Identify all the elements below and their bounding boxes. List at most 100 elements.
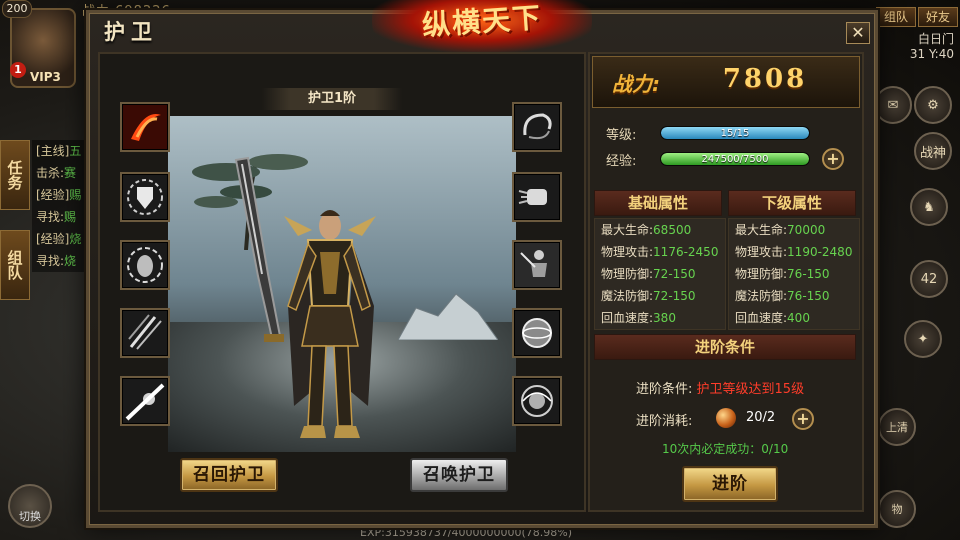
- attr-key: 最大生命:: [735, 223, 788, 237]
- shield-aura-skill[interactable]: [120, 172, 170, 222]
- attr-row: 最大生命:70000: [729, 219, 859, 241]
- advance-stone-icon: [716, 408, 736, 428]
- quest-line[interactable]: 击杀:赛: [32, 162, 92, 184]
- next-attr-header: 下级属性: [728, 190, 856, 216]
- quest-tag: 寻找:: [36, 210, 65, 224]
- switch-button[interactable]: 切换: [8, 484, 52, 528]
- advance-cost-label: 进阶消耗:: [636, 414, 693, 429]
- whirl-skill[interactable]: [512, 102, 562, 152]
- attr-value: 72-150: [653, 267, 696, 281]
- next-attr-list: 最大生命:70000 物理攻击:1190-2480 物理防御:76-150 魔法…: [728, 218, 860, 330]
- attr-value: 380: [653, 311, 676, 325]
- attr-row: 回血速度:400: [729, 307, 859, 329]
- side-label[interactable]: 上清: [878, 408, 916, 446]
- guarantee-progress: 10次内必定成功：0/10: [662, 442, 789, 456]
- attr-row: 魔法防御:72-150: [595, 285, 725, 307]
- add-exp-button[interactable]: +: [822, 148, 844, 170]
- vortex-orb-skill[interactable]: [512, 376, 562, 426]
- advance-cost-amount: 20/2: [746, 410, 775, 425]
- game-screen: 200 1 VIP3 战力 698226 任务 组队 [主线]五 击杀:赛 [经…: [0, 0, 960, 540]
- add-stone-button[interactable]: +: [792, 408, 814, 430]
- rock-decoration: [398, 293, 498, 340]
- settings-gear-icon[interactable]: ⚙: [914, 86, 952, 124]
- vip-badge[interactable]: VIP3: [30, 70, 61, 84]
- light-beam-skill[interactable]: [120, 376, 170, 426]
- summon-guard-button[interactable]: 召唤护卫: [410, 458, 508, 492]
- team-tab[interactable]: 组队: [0, 230, 30, 300]
- light-beam-icon: [123, 379, 167, 423]
- attr-key: 物理防御:: [735, 267, 788, 281]
- claw-slash-skill[interactable]: [120, 308, 170, 358]
- quest-tag: [经验]: [36, 188, 70, 202]
- attr-row: 物理防御:76-150: [729, 263, 859, 285]
- group-button[interactable]: 组队: [876, 7, 916, 27]
- tier-label: 护卫1阶: [262, 88, 402, 110]
- quest-tracker[interactable]: [主线]五 击杀:赛 [经验]赐 寻找:赐 [经验]烧 寻找:烧: [32, 140, 92, 272]
- sphere-icon: [515, 311, 559, 355]
- panel-title: 护卫: [104, 20, 158, 44]
- mail-icon[interactable]: ✉: [874, 86, 912, 124]
- whirl-icon: [515, 105, 559, 149]
- egg-aura-skill[interactable]: [120, 240, 170, 290]
- attr-row: 最大生命:68500: [595, 219, 725, 241]
- war-god-button[interactable]: 战神: [914, 132, 952, 170]
- attr-key: 回血速度:: [601, 311, 654, 325]
- top-right-buttons: 组队 好友: [874, 6, 958, 27]
- attr-value: 76-150: [787, 289, 830, 303]
- attr-row: 物理攻击:1176-2450: [595, 241, 725, 263]
- exp-bar: 247500/7500: [660, 152, 810, 166]
- quest-text: 赐: [64, 210, 77, 224]
- attr-value: 1190-2480: [787, 245, 853, 259]
- mount-icon[interactable]: ♞: [910, 188, 948, 226]
- base-attr-header: 基础属性: [594, 190, 722, 216]
- fist-skill[interactable]: [512, 172, 562, 222]
- fist-icon: [515, 175, 559, 219]
- quest-line[interactable]: 寻找:赐: [32, 206, 92, 228]
- game-logo: 纵横天下: [372, 0, 592, 52]
- quest-text: 烧: [69, 232, 82, 246]
- shield-aura-icon: [123, 175, 167, 219]
- friend-button[interactable]: 好友: [918, 7, 958, 27]
- vortex-orb-icon: [515, 379, 559, 423]
- power-label: 战力:: [612, 72, 660, 96]
- guard-warrior-model: [234, 156, 376, 438]
- player-level-badge: 200: [2, 0, 32, 18]
- guard-model-scene: [168, 116, 516, 452]
- warrior-icon: [515, 243, 559, 287]
- recall-guard-button[interactable]: 召回护卫: [180, 458, 278, 492]
- map-name: 白日门: [917, 32, 954, 46]
- task-tab[interactable]: 任务: [0, 140, 30, 210]
- advance-condition-label: 进阶条件:: [636, 382, 693, 397]
- quest-line[interactable]: 寻找:烧: [32, 250, 92, 272]
- attr-key: 魔法防御:: [601, 289, 654, 303]
- close-button[interactable]: ✕: [846, 22, 870, 44]
- attr-value: 68500: [653, 223, 692, 237]
- item-label[interactable]: 物: [878, 490, 916, 528]
- count-badge[interactable]: 42: [910, 260, 948, 298]
- attr-key: 物理攻击:: [601, 245, 654, 259]
- quest-tag: [经验]: [36, 232, 70, 246]
- attr-key: 魔法防御:: [735, 289, 788, 303]
- logo-text: 纵横天下: [421, 0, 544, 43]
- quest-line[interactable]: [主线]五: [32, 140, 92, 162]
- quest-line[interactable]: [经验]烧: [32, 228, 92, 250]
- quest-line[interactable]: [经验]赐: [32, 184, 92, 206]
- claw-slash-icon: [123, 311, 167, 355]
- attr-row: 回血速度:380: [595, 307, 725, 329]
- advance-header: 进阶条件: [594, 334, 856, 360]
- skill-shortcut-icon[interactable]: ✦: [904, 320, 942, 358]
- alert-badge[interactable]: 1: [10, 62, 26, 78]
- attr-value: 76-150: [787, 267, 830, 281]
- attr-key: 最大生命:: [601, 223, 654, 237]
- fire-slash-skill[interactable]: [120, 102, 170, 152]
- map-coords: 31 Y:40: [909, 47, 954, 61]
- hud-side-tabs: 任务 组队: [0, 140, 30, 320]
- quest-text: 烧: [64, 254, 77, 268]
- attr-key: 物理防御:: [601, 267, 654, 281]
- sphere-skill[interactable]: [512, 308, 562, 358]
- attr-row: 魔法防御:76-150: [729, 285, 859, 307]
- warrior-skill[interactable]: [512, 240, 562, 290]
- advance-button[interactable]: 进阶: [682, 466, 778, 502]
- quest-tag: 击杀:: [36, 166, 65, 180]
- attr-key: 物理攻击:: [735, 245, 788, 259]
